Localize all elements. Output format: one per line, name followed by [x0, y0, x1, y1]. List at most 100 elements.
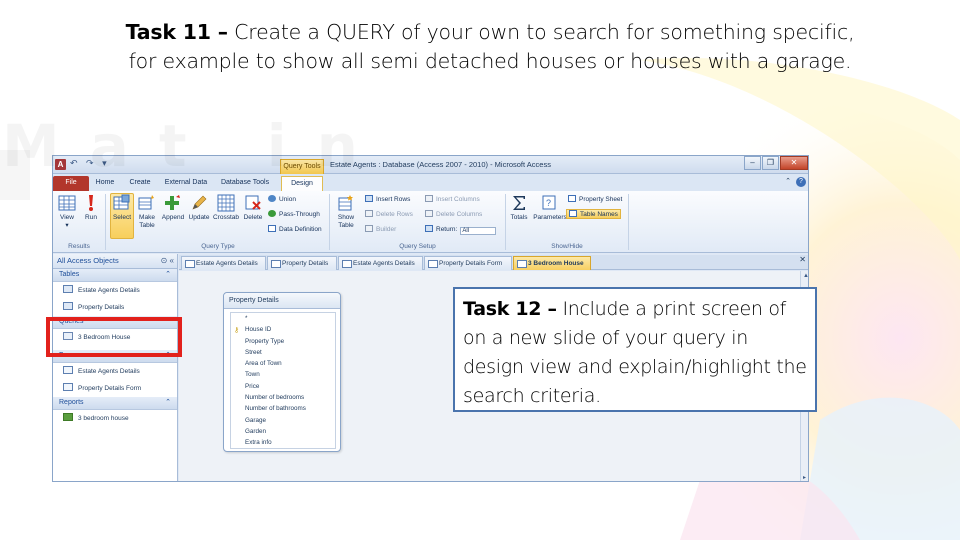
field-item-primary-key[interactable]: ⚷ House ID: [231, 324, 335, 335]
field-item[interactable]: Number of bedrooms: [231, 392, 335, 403]
ribbon-tabs: File Home Create External Data Database …: [53, 174, 808, 191]
insert-columns-button[interactable]: Insert Columns: [425, 195, 480, 203]
append-button[interactable]: Append: [160, 194, 186, 222]
tab-database-tools[interactable]: Database Tools: [219, 176, 271, 191]
close-document-icon[interactable]: ✕: [799, 255, 806, 264]
svg-text:?: ?: [546, 198, 551, 208]
doc-tab-property-details-form[interactable]: Property Details Form: [424, 256, 512, 270]
tab-external-data[interactable]: External Data: [163, 176, 209, 191]
nav-item-estate-agents-details-table[interactable]: Estate Agents Details: [53, 282, 177, 299]
minimize-button[interactable]: –: [744, 156, 761, 170]
builder-button[interactable]: Builder: [365, 225, 396, 233]
field-item[interactable]: Town: [231, 369, 335, 380]
delete-query-icon: [245, 195, 261, 210]
crosstab-button[interactable]: Crosstab: [212, 194, 240, 222]
insert-rows-icon: [365, 195, 373, 202]
scroll-down-icon[interactable]: ▸: [803, 474, 806, 481]
update-pencil-icon: [192, 195, 207, 210]
document-tabs: Estate Agents Details Property Details E…: [179, 255, 808, 270]
tab-design[interactable]: Design: [281, 176, 323, 191]
table-names-icon: [569, 210, 577, 217]
field-item[interactable]: Property Type: [231, 336, 335, 347]
datasheet-view-icon: [58, 195, 76, 211]
group-query-type-label: Query Type: [201, 243, 235, 250]
close-button[interactable]: ✕: [780, 156, 808, 170]
tab-home[interactable]: Home: [93, 176, 117, 191]
view-button[interactable]: View ▾: [56, 194, 78, 230]
property-details-field-list[interactable]: Property Details * ⚷ House ID Property Ty…: [223, 292, 341, 452]
field-item[interactable]: Price: [231, 381, 335, 392]
crosstab-icon: [217, 194, 235, 212]
ribbon: View ▾ Run Results Select Make Table Appe…: [53, 191, 808, 253]
ribbon-minimize-icon[interactable]: ⌃: [783, 177, 793, 187]
tab-file[interactable]: File: [53, 176, 89, 191]
property-sheet-button[interactable]: Property Sheet: [568, 195, 622, 203]
parameters-button[interactable]: ? Parameters: [532, 194, 568, 222]
return-control[interactable]: Return: All: [425, 225, 497, 235]
nav-group-tables[interactable]: Tables ⌃: [53, 269, 177, 282]
help-icon[interactable]: ?: [796, 177, 806, 187]
report-icon: [63, 413, 73, 421]
doc-tab-3-bedroom-house[interactable]: 3 Bedroom House: [513, 256, 591, 270]
builder-wand-icon: [365, 225, 373, 232]
doc-tab-estate-agents-details[interactable]: Estate Agents Details: [181, 256, 266, 270]
update-button[interactable]: Update: [187, 194, 211, 222]
help-area: ⌃?: [780, 176, 806, 187]
doc-tab-estate-agents-details-form[interactable]: Estate Agents Details: [338, 256, 423, 270]
data-definition-icon: [268, 225, 276, 232]
restore-button[interactable]: ❐: [762, 156, 779, 170]
task-12-instructions: Task 12 – Include a print screen of on a…: [453, 287, 817, 412]
make-table-button[interactable]: Make Table: [136, 194, 158, 230]
field-item[interactable]: Area of Town: [231, 358, 335, 369]
delete-query-button[interactable]: Delete: [241, 194, 265, 222]
table-icon: [63, 285, 73, 293]
delete-rows-button[interactable]: Delete Rows: [365, 210, 413, 218]
queries-highlight-box: [46, 317, 182, 357]
field-item[interactable]: Extra info: [231, 437, 335, 448]
nav-item-property-details-table[interactable]: Property Details: [53, 299, 177, 316]
window-controls: – ❐ ✕: [743, 156, 808, 172]
nav-group-reports[interactable]: Reports ⌃: [53, 397, 177, 410]
field-item[interactable]: Garden: [231, 426, 335, 437]
delete-columns-icon: [425, 210, 433, 217]
nav-pane-controls-icon[interactable]: ⊙ «: [161, 254, 174, 268]
show-table-button[interactable]: Show Table: [333, 194, 359, 230]
table-names-button[interactable]: Table Names: [566, 209, 621, 219]
sigma-icon: [513, 196, 525, 210]
task-11-instructions: Task 11 – Create a QUERY of your own to …: [125, 20, 855, 73]
field-item[interactable]: Garage: [231, 415, 335, 426]
field-item[interactable]: Number of bathrooms: [231, 403, 335, 414]
globe-icon: [268, 210, 276, 217]
delete-columns-button[interactable]: Delete Columns: [425, 210, 482, 218]
field-item[interactable]: *: [231, 313, 335, 324]
query-tools-context-tab: Query Tools: [280, 159, 324, 174]
nav-item-property-details-form[interactable]: Property Details Form: [53, 380, 177, 397]
select-query-button[interactable]: Select: [110, 193, 134, 239]
pass-through-button[interactable]: Pass-Through: [268, 210, 320, 218]
show-table-icon: [338, 195, 353, 211]
totals-button[interactable]: Totals: [508, 194, 530, 222]
parameters-icon: ?: [542, 195, 556, 210]
field-item[interactable]: Street: [231, 347, 335, 358]
run-button[interactable]: Run: [81, 194, 101, 222]
tab-create[interactable]: Create: [127, 176, 153, 191]
select-query-icon: [113, 194, 130, 210]
return-icon: [425, 225, 433, 232]
insert-rows-button[interactable]: Insert Rows: [365, 195, 410, 203]
data-definition-button[interactable]: Data Definition: [268, 225, 322, 233]
run-exclamation-icon: [89, 195, 93, 211]
insert-columns-icon: [425, 195, 433, 202]
scroll-up-icon[interactable]: ▲: [803, 273, 808, 279]
nav-item-estate-agents-details-form[interactable]: Estate Agents Details: [53, 363, 177, 380]
nav-item-3-bedroom-house-report[interactable]: 3 bedroom house: [53, 410, 177, 427]
nav-pane-header[interactable]: All Access Objects ⊙ «: [53, 254, 177, 269]
quick-access-toolbar[interactable]: ↶ ↷ ▾: [70, 158, 110, 169]
field-list-title[interactable]: Property Details: [224, 293, 340, 309]
navigation-pane: All Access Objects ⊙ « Tables ⌃ Estate Age…: [53, 254, 178, 481]
access-app-icon[interactable]: A: [55, 159, 66, 170]
doc-tab-property-details[interactable]: Property Details: [267, 256, 337, 270]
return-combo[interactable]: All: [460, 227, 497, 235]
union-button[interactable]: Union: [268, 195, 296, 203]
title-bar: A ↶ ↷ ▾ Query Tools Estate Agents : Data…: [53, 156, 808, 174]
form-icon: [63, 366, 73, 374]
